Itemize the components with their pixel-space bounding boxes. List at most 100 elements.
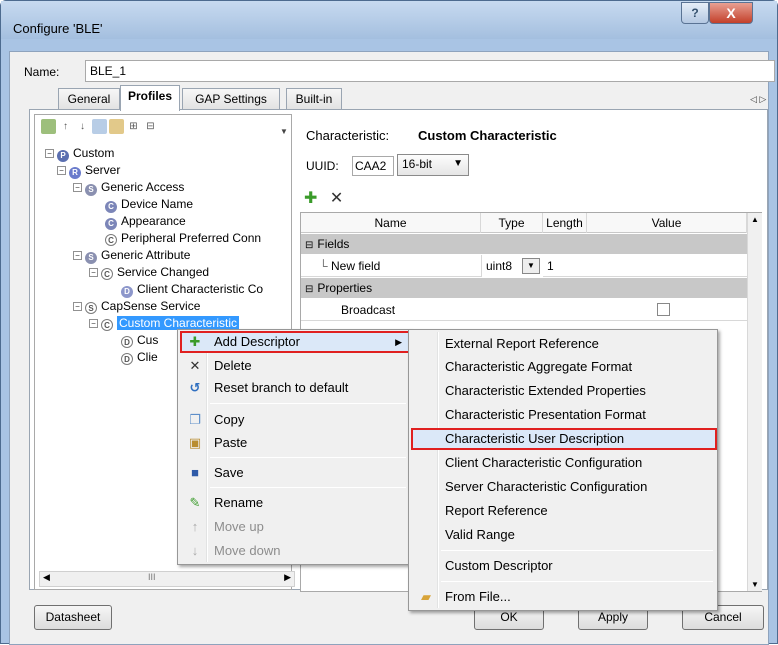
scroll-up-icon[interactable]: ▲ <box>751 215 759 224</box>
menu-item-add-descriptor[interactable]: ✚ Add Descriptor ▶ <box>180 331 410 353</box>
expander-service-changed[interactable]: − <box>89 268 98 277</box>
scroll-grip[interactable]: III <box>148 572 156 582</box>
expander-custom-characteristic[interactable]: − <box>89 319 98 328</box>
menu-item-move-down[interactable]: ↓ Move down <box>180 540 410 562</box>
tree-node-peripheral-preferred[interactable]: C Peripheral Preferred Conn <box>105 230 261 246</box>
tab-built-in[interactable]: Built-in <box>286 88 342 110</box>
grid-vertical-scrollbar[interactable]: ▲ ▼ <box>747 213 762 591</box>
uuid-input[interactable] <box>352 156 394 176</box>
field-length[interactable]: 1 <box>547 255 554 277</box>
collapse-icon[interactable]: ⊟ <box>305 284 313 295</box>
scroll-left-icon[interactable]: ◀ <box>43 572 50 583</box>
save-icon: ■ <box>191 465 199 480</box>
tab-gap-settings[interactable]: GAP Settings <box>182 88 280 110</box>
submenu-item-server-characteristic-configuration[interactable]: Server Characteristic Configuration <box>411 476 717 498</box>
expander-custom[interactable]: − <box>45 149 54 158</box>
datasheet-button[interactable]: Datasheet <box>34 605 112 630</box>
menu-item-paste[interactable]: ▣ Paste <box>180 432 410 454</box>
table-row[interactable]: Broadcast <box>301 299 747 321</box>
menu-item-delete[interactable]: ✕ Delete <box>180 355 410 377</box>
service-outline-icon: S <box>85 302 97 314</box>
descriptor-outline-icon: D <box>121 336 133 348</box>
group-fields[interactable]: ⊟ Fields <box>301 234 747 254</box>
tree-node-capsense-service[interactable]: S CapSense Service <box>85 298 200 314</box>
column-name[interactable]: Name <box>301 213 481 233</box>
menu-separator <box>210 487 406 488</box>
tree-node-clie-descriptor[interactable]: D Clie <box>121 349 158 365</box>
close-button[interactable]: X <box>709 2 753 24</box>
tree-node-client-char-config[interactable]: D Client Characteristic Co <box>121 281 263 298</box>
tree-horizontal-scrollbar[interactable]: ◀ III ▶ <box>39 571 295 587</box>
help-button[interactable]: ? <box>681 2 709 24</box>
move-down-icon[interactable]: ↓ <box>75 119 90 134</box>
submenu-item-custom-descriptor[interactable]: Custom Descriptor <box>411 555 717 577</box>
type-dropdown-icon[interactable]: ▼ <box>522 258 540 274</box>
tree-node-server[interactable]: R Server <box>69 162 120 179</box>
tab-general[interactable]: General <box>58 88 120 110</box>
context-menu: ✚ Add Descriptor ▶ ✕ Delete ↺ Reset bran… <box>177 329 411 565</box>
field-type[interactable]: uint8 ▼ <box>481 255 543 277</box>
tab-profiles[interactable]: Profiles <box>120 85 180 111</box>
column-value[interactable]: Value <box>587 213 747 233</box>
submenu-item-external-report-reference[interactable]: External Report Reference <box>411 333 717 355</box>
column-length[interactable]: Length <box>543 213 587 233</box>
collapse-icon[interactable]: ⊟ <box>305 240 313 251</box>
submenu-item-characteristic-presentation-format[interactable]: Characteristic Presentation Format <box>411 404 717 426</box>
tree-node-cus-descriptor[interactable]: D Cus <box>121 332 158 348</box>
uuid-type-select[interactable]: 16-bit ▼ <box>397 154 469 176</box>
collapse-all-icon[interactable]: ⊟ <box>143 119 158 134</box>
copy-icon: ❐ <box>189 412 201 427</box>
grid-header: Name Type Length Value <box>301 213 747 233</box>
submenu-item-characteristic-aggregate-format[interactable]: Characteristic Aggregate Format <box>411 356 717 378</box>
grid-toolbar: ✚ ✕ <box>304 188 343 207</box>
delete-x-icon: ✕ <box>189 358 201 373</box>
menu-separator <box>441 581 713 582</box>
uuid-type-value: 16-bit <box>402 157 433 171</box>
move-up-icon[interactable]: ↑ <box>58 119 73 134</box>
name-input[interactable] <box>85 60 775 82</box>
tree-toolbar: ↑ ↓ ⊞ ⊟ <box>41 119 158 137</box>
paste-icon: ▣ <box>188 435 202 450</box>
expand-all-icon[interactable]: ⊞ <box>126 119 141 134</box>
group-properties[interactable]: ⊟ Properties <box>301 278 747 298</box>
menu-item-reset-branch[interactable]: ↺ Reset branch to default <box>180 377 410 399</box>
expander-generic-attribute[interactable]: − <box>73 251 82 260</box>
add-field-icon[interactable]: ✚ <box>304 190 317 207</box>
window-title: Configure 'BLE' <box>13 21 103 36</box>
menu-item-rename[interactable]: ✎ Rename <box>180 492 410 514</box>
expander-server[interactable]: − <box>57 166 66 175</box>
submenu-item-characteristic-user-description[interactable]: Characteristic User Description <box>411 428 717 450</box>
title-bar[interactable]: Configure 'BLE' ? X <box>1 1 777 39</box>
column-type[interactable]: Type <box>481 213 543 233</box>
add-node-icon[interactable] <box>41 119 56 134</box>
copy-icon[interactable] <box>92 119 107 134</box>
tree-node-service-changed[interactable]: C Service Changed <box>101 264 209 280</box>
tab-scroll-arrows[interactable]: ◁ ▷ <box>750 94 766 105</box>
tree-menu-arrow-icon[interactable]: ▼ <box>280 127 288 136</box>
checkbox[interactable] <box>657 303 670 316</box>
paste-icon[interactable] <box>109 119 124 134</box>
scroll-right-icon[interactable]: ▶ <box>284 572 291 583</box>
submenu-item-from-file[interactable]: ▰ From File... <box>411 586 717 608</box>
field-name[interactable]: New field <box>331 255 380 277</box>
scroll-down-icon[interactable]: ▼ <box>751 580 759 589</box>
table-row[interactable]: └ New field uint8 ▼ 1 <box>301 255 747 277</box>
menu-item-move-up[interactable]: ↑ Move up <box>180 516 410 538</box>
submenu-item-valid-range[interactable]: Valid Range <box>411 524 717 546</box>
tree-node-device-name[interactable]: C Device Name <box>105 196 193 213</box>
submenu-item-client-characteristic-configuration[interactable]: Client Characteristic Configuration <box>411 452 717 474</box>
menu-item-copy[interactable]: ❐ Copy <box>180 409 410 431</box>
submenu-item-characteristic-extended-properties[interactable]: Characteristic Extended Properties <box>411 380 717 402</box>
arrow-up-icon: ↑ <box>191 519 199 534</box>
expander-generic-access[interactable]: − <box>73 183 82 192</box>
menu-item-save[interactable]: ■ Save <box>180 462 410 484</box>
tree-node-custom[interactable]: P Custom <box>57 145 114 162</box>
tree-node-generic-access[interactable]: S Generic Access <box>85 179 184 196</box>
expander-capsense[interactable]: − <box>73 302 82 311</box>
delete-field-icon[interactable]: ✕ <box>330 190 343 207</box>
submenu-item-report-reference[interactable]: Report Reference <box>411 500 717 522</box>
menu-separator <box>210 403 406 404</box>
tree-node-appearance[interactable]: C Appearance <box>105 213 186 230</box>
tree-node-generic-attribute[interactable]: S Generic Attribute <box>85 247 190 264</box>
characteristic-outline-icon: C <box>101 268 113 280</box>
